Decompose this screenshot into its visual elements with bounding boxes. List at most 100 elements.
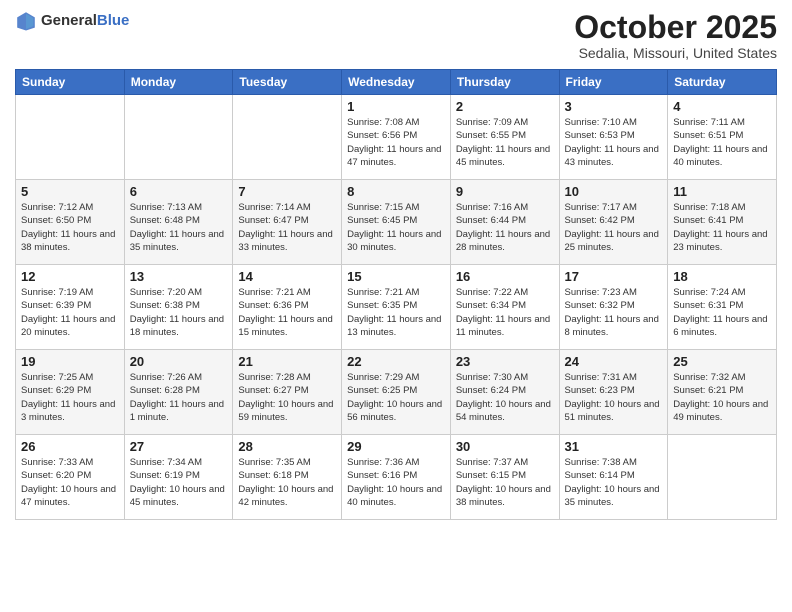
- calendar-header-row: SundayMondayTuesdayWednesdayThursdayFrid…: [16, 70, 777, 95]
- day-info: Sunrise: 7:12 AM Sunset: 6:50 PM Dayligh…: [21, 201, 119, 254]
- day-cell: 17 Sunrise: 7:23 AM Sunset: 6:32 PM Dayli…: [559, 265, 668, 350]
- day-number: 17: [565, 269, 663, 284]
- day-info: Sunrise: 7:32 AM Sunset: 6:21 PM Dayligh…: [673, 371, 771, 424]
- day-cell: 16Sunrise: 7:22 AM Sunset: 6:34 PM Dayli…: [450, 265, 559, 350]
- day-number: 26: [21, 439, 119, 454]
- header: General Blue October 2025 Sedalia, Misso…: [15, 10, 777, 61]
- day-cell: 11 Sunrise: 7:18 AM Sunset: 6:41 PM Dayli…: [668, 180, 777, 265]
- calendar-table: SundayMondayTuesdayWednesdayThursdayFrid…: [15, 69, 777, 520]
- day-info: Sunrise: 7:15 AM Sunset: 6:45 PM Dayligh…: [347, 201, 445, 254]
- day-cell: 12 Sunrise: 7:19 AM Sunset: 6:39 PM Dayli…: [16, 265, 125, 350]
- day-cell: 2 Sunrise: 7:09 AM Sunset: 6:55 PM Daylig…: [450, 95, 559, 180]
- week-row-0: 1 Sunrise: 7:08 AM Sunset: 6:56 PM Daylig…: [16, 95, 777, 180]
- day-header-tuesday: Tuesday: [233, 70, 342, 95]
- day-number: 19: [21, 354, 119, 369]
- week-row-4: 26 Sunrise: 7:33 AM Sunset: 6:20 PM Dayli…: [16, 435, 777, 520]
- day-number: 23: [456, 354, 554, 369]
- day-cell: 27Sunrise: 7:34 AM Sunset: 6:19 PM Dayli…: [124, 435, 233, 520]
- day-info: Sunrise: 7:28 AM Sunset: 6:27 PM Dayligh…: [238, 371, 336, 424]
- day-info: Sunrise: 7:37 AM Sunset: 6:15 PM Dayligh…: [456, 456, 554, 509]
- day-cell: 30 Sunrise: 7:37 AM Sunset: 6:15 PM Dayli…: [450, 435, 559, 520]
- calendar-title: October 2025: [574, 10, 777, 45]
- day-cell: [233, 95, 342, 180]
- day-cell: 31Sunrise: 7:38 AM Sunset: 6:14 PM Dayli…: [559, 435, 668, 520]
- day-cell: 20 Sunrise: 7:26 AM Sunset: 6:28 PM Dayli…: [124, 350, 233, 435]
- day-number: 10: [565, 184, 663, 199]
- day-info: Sunrise: 7:18 AM Sunset: 6:41 PM Dayligh…: [673, 201, 771, 254]
- day-info: Sunrise: 7:16 AM Sunset: 6:44 PM Dayligh…: [456, 201, 554, 254]
- day-cell: 15Sunrise: 7:21 AM Sunset: 6:35 PM Dayli…: [342, 265, 451, 350]
- day-number: 7: [238, 184, 336, 199]
- day-cell: 25Sunrise: 7:32 AM Sunset: 6:21 PM Dayli…: [668, 350, 777, 435]
- day-info: Sunrise: 7:11 AM Sunset: 6:51 PM Dayligh…: [673, 116, 771, 169]
- day-info: Sunrise: 7:23 AM Sunset: 6:32 PM Dayligh…: [565, 286, 663, 339]
- day-cell: 1 Sunrise: 7:08 AM Sunset: 6:56 PM Daylig…: [342, 95, 451, 180]
- day-info: Sunrise: 7:21 AM Sunset: 6:36 PM Dayligh…: [238, 286, 336, 339]
- day-cell: 14Sunrise: 7:21 AM Sunset: 6:36 PM Dayli…: [233, 265, 342, 350]
- day-cell: 24 Sunrise: 7:31 AM Sunset: 6:23 PM Dayli…: [559, 350, 668, 435]
- day-cell: 7Sunrise: 7:14 AM Sunset: 6:47 PM Daylig…: [233, 180, 342, 265]
- logo: General Blue: [15, 10, 129, 32]
- day-info: Sunrise: 7:08 AM Sunset: 6:56 PM Dayligh…: [347, 116, 445, 169]
- day-cell: [124, 95, 233, 180]
- day-number: 9: [456, 184, 554, 199]
- day-header-friday: Friday: [559, 70, 668, 95]
- day-cell: 19 Sunrise: 7:25 AM Sunset: 6:29 PM Dayli…: [16, 350, 125, 435]
- day-header-thursday: Thursday: [450, 70, 559, 95]
- day-info: Sunrise: 7:35 AM Sunset: 6:18 PM Dayligh…: [238, 456, 336, 509]
- day-header-monday: Monday: [124, 70, 233, 95]
- day-cell: 21 Sunrise: 7:28 AM Sunset: 6:27 PM Dayli…: [233, 350, 342, 435]
- week-row-1: 5 Sunrise: 7:12 AM Sunset: 6:50 PM Daylig…: [16, 180, 777, 265]
- page: General Blue October 2025 Sedalia, Misso…: [0, 0, 792, 612]
- day-cell: 10 Sunrise: 7:17 AM Sunset: 6:42 PM Dayli…: [559, 180, 668, 265]
- day-number: 11: [673, 184, 771, 199]
- day-number: 3: [565, 99, 663, 114]
- day-info: Sunrise: 7:30 AM Sunset: 6:24 PM Dayligh…: [456, 371, 554, 424]
- day-header-sunday: Sunday: [16, 70, 125, 95]
- day-info: Sunrise: 7:19 AM Sunset: 6:39 PM Dayligh…: [21, 286, 119, 339]
- day-cell: 26 Sunrise: 7:33 AM Sunset: 6:20 PM Dayli…: [16, 435, 125, 520]
- day-cell: 18Sunrise: 7:24 AM Sunset: 6:31 PM Dayli…: [668, 265, 777, 350]
- day-info: Sunrise: 7:29 AM Sunset: 6:25 PM Dayligh…: [347, 371, 445, 424]
- calendar-subtitle: Sedalia, Missouri, United States: [574, 45, 777, 61]
- day-number: 20: [130, 354, 228, 369]
- day-number: 6: [130, 184, 228, 199]
- day-header-saturday: Saturday: [668, 70, 777, 95]
- day-cell: 23 Sunrise: 7:30 AM Sunset: 6:24 PM Dayli…: [450, 350, 559, 435]
- day-number: 21: [238, 354, 336, 369]
- day-number: 22: [347, 354, 445, 369]
- day-info: Sunrise: 7:26 AM Sunset: 6:28 PM Dayligh…: [130, 371, 228, 424]
- day-number: 5: [21, 184, 119, 199]
- day-number: 12: [21, 269, 119, 284]
- day-cell: 29 Sunrise: 7:36 AM Sunset: 6:16 PM Dayli…: [342, 435, 451, 520]
- day-cell: 8Sunrise: 7:15 AM Sunset: 6:45 PM Daylig…: [342, 180, 451, 265]
- week-row-2: 12 Sunrise: 7:19 AM Sunset: 6:39 PM Dayli…: [16, 265, 777, 350]
- day-number: 13: [130, 269, 228, 284]
- day-cell: 4 Sunrise: 7:11 AM Sunset: 6:51 PM Daylig…: [668, 95, 777, 180]
- day-info: Sunrise: 7:09 AM Sunset: 6:55 PM Dayligh…: [456, 116, 554, 169]
- day-cell: 22 Sunrise: 7:29 AM Sunset: 6:25 PM Dayli…: [342, 350, 451, 435]
- day-cell: [16, 95, 125, 180]
- day-info: Sunrise: 7:33 AM Sunset: 6:20 PM Dayligh…: [21, 456, 119, 509]
- day-cell: 9 Sunrise: 7:16 AM Sunset: 6:44 PM Daylig…: [450, 180, 559, 265]
- logo-text: General Blue: [41, 13, 129, 30]
- day-number: 4: [673, 99, 771, 114]
- day-cell: 6Sunrise: 7:13 AM Sunset: 6:48 PM Daylig…: [124, 180, 233, 265]
- logo-blue: Blue: [97, 13, 130, 30]
- day-info: Sunrise: 7:24 AM Sunset: 6:31 PM Dayligh…: [673, 286, 771, 339]
- day-info: Sunrise: 7:17 AM Sunset: 6:42 PM Dayligh…: [565, 201, 663, 254]
- day-info: Sunrise: 7:36 AM Sunset: 6:16 PM Dayligh…: [347, 456, 445, 509]
- day-cell: [668, 435, 777, 520]
- day-info: Sunrise: 7:10 AM Sunset: 6:53 PM Dayligh…: [565, 116, 663, 169]
- day-cell: 3 Sunrise: 7:10 AM Sunset: 6:53 PM Daylig…: [559, 95, 668, 180]
- day-info: Sunrise: 7:25 AM Sunset: 6:29 PM Dayligh…: [21, 371, 119, 424]
- day-number: 1: [347, 99, 445, 114]
- day-number: 30: [456, 439, 554, 454]
- day-info: Sunrise: 7:34 AM Sunset: 6:19 PM Dayligh…: [130, 456, 228, 509]
- day-number: 24: [565, 354, 663, 369]
- day-number: 29: [347, 439, 445, 454]
- day-number: 28: [238, 439, 336, 454]
- day-number: 2: [456, 99, 554, 114]
- day-info: Sunrise: 7:38 AM Sunset: 6:14 PM Dayligh…: [565, 456, 663, 509]
- day-info: Sunrise: 7:31 AM Sunset: 6:23 PM Dayligh…: [565, 371, 663, 424]
